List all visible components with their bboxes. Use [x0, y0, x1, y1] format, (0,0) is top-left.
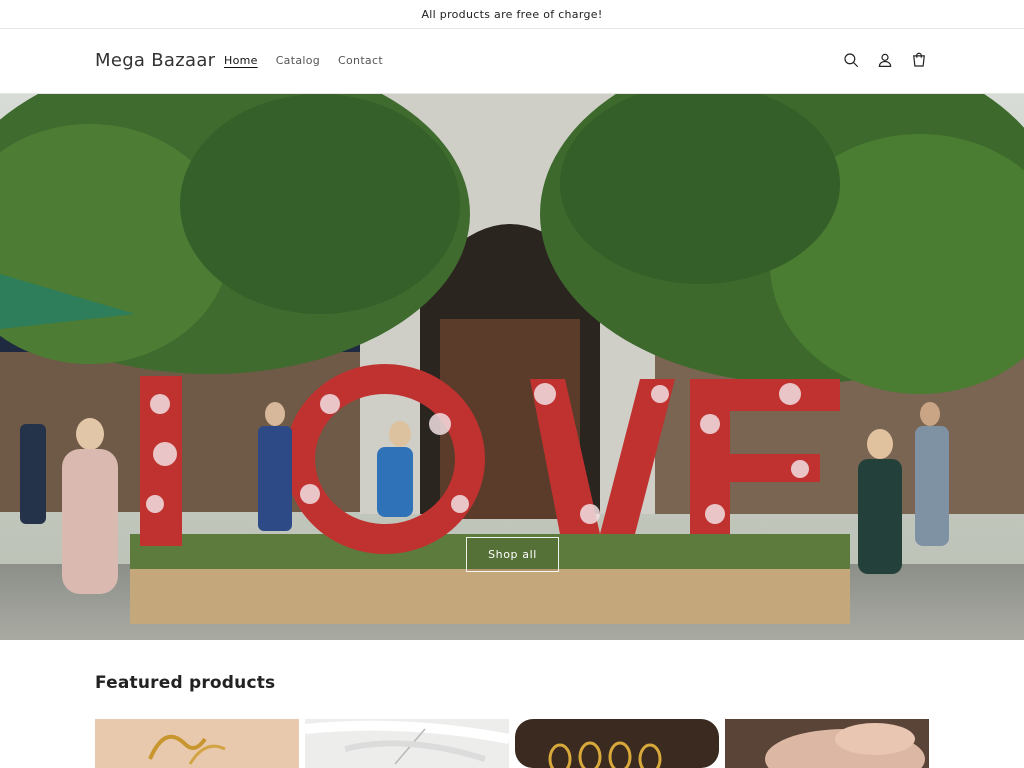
product-card[interactable] [95, 719, 299, 768]
nav-contact[interactable]: Contact [338, 54, 383, 67]
main-nav: Home Catalog Contact [224, 54, 401, 67]
featured-products-title: Featured products [95, 673, 276, 693]
search-icon[interactable] [840, 49, 862, 71]
header-icons [840, 49, 930, 71]
product-card[interactable] [515, 719, 719, 768]
ring-on-hand-image [725, 719, 929, 768]
cart-icon[interactable] [908, 49, 930, 71]
announcement-text: All products are free of charge! [421, 7, 603, 21]
product-card[interactable] [305, 719, 509, 768]
shop-all-button[interactable]: Shop all [466, 537, 559, 572]
account-icon[interactable] [874, 49, 896, 71]
site-logo[interactable]: Mega Bazaar [95, 50, 215, 71]
announcement-bar: All products are free of charge! [0, 0, 1024, 29]
nav-catalog[interactable]: Catalog [276, 54, 320, 67]
gold-bracelet-image [95, 719, 299, 768]
site-header: Mega Bazaar Home Catalog Contact [0, 29, 1024, 94]
product-card[interactable] [725, 719, 929, 768]
stacked-rings-image [515, 719, 719, 768]
silver-necklace-image [305, 719, 509, 768]
product-grid [95, 719, 929, 768]
nav-home[interactable]: Home [224, 54, 258, 67]
hero-banner: Shop all [0, 94, 1024, 640]
